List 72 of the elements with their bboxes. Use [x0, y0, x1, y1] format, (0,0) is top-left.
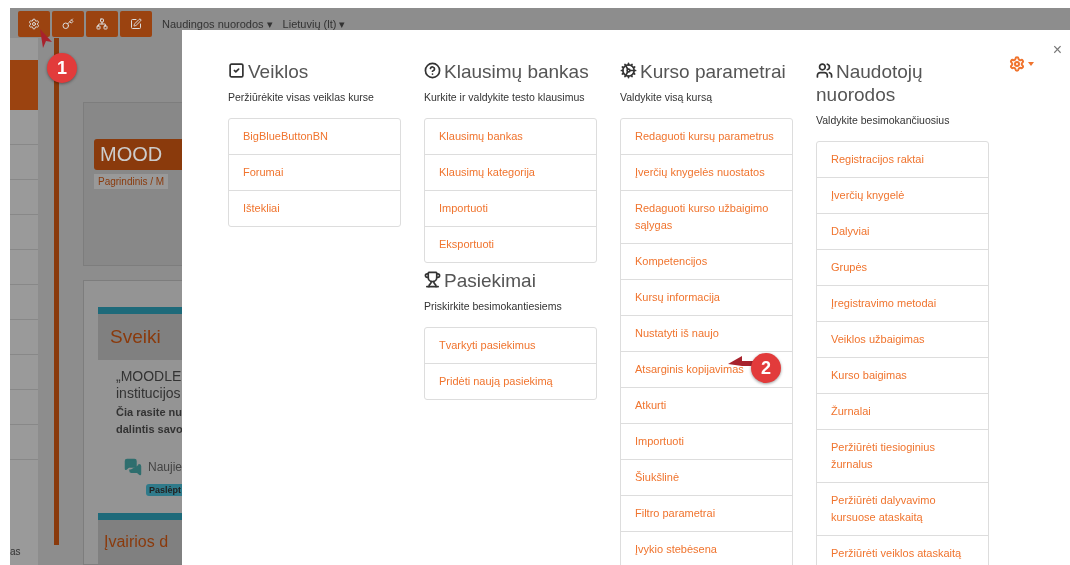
sidebar-text: as [10, 546, 22, 557]
menu-link[interactable]: Ištekliai [229, 190, 400, 226]
users-icon [816, 62, 833, 79]
edit-icon [130, 18, 142, 30]
section-description: Valdykite besimokančiuosius [816, 114, 951, 126]
pointer-arrow [728, 356, 754, 366]
menu-link[interactable]: Įvykio stebėsena [621, 531, 792, 565]
menu-link[interactable]: Klausimų kategorija [425, 154, 596, 190]
menu-link[interactable]: Nustatyti iš naujo [621, 315, 792, 351]
menu-link[interactable]: Grupės [817, 249, 988, 285]
section-heading: Veiklos [228, 60, 401, 83]
menu-link[interactable]: Įverčių knygelė [817, 177, 988, 213]
menu-link[interactable]: Klausimų bankas [425, 119, 596, 154]
section-heading: Naudotojų nuorodos [816, 60, 924, 106]
menu-link[interactable]: Eksportuoti [425, 226, 596, 262]
menu-link[interactable]: Šiukšlinė [621, 459, 792, 495]
toolbar-button[interactable] [52, 11, 84, 37]
menu-link[interactable]: BigBlueButtonBN [229, 119, 400, 154]
checkbox-icon [228, 62, 245, 79]
section-description: Kurkite ir valdykite testo klausimus [424, 91, 586, 103]
caret-icon [1028, 62, 1034, 66]
menu-link[interactable]: Peržiūrėti dalyvavimo kursuose ataskaitą [817, 482, 988, 535]
toolbar-button[interactable] [18, 11, 50, 37]
dropdown-menu[interactable]: Lietuvių (lt) ▾ [282, 17, 346, 31]
section-heading: Klausimų bankas [424, 60, 597, 83]
menu-link[interactable]: Atkurti [621, 387, 792, 423]
section-heading: Pasiekimai [424, 269, 597, 292]
section-title: Sveiki [98, 307, 182, 360]
trophy-icon [424, 271, 441, 288]
menu-link[interactable]: Kursų informacija [621, 279, 792, 315]
sitemap-icon [96, 18, 108, 30]
menu-link[interactable]: Kurso baigimas [817, 357, 988, 393]
menu-link[interactable]: Dalyviai [817, 213, 988, 249]
menu-link[interactable]: Importuoti [425, 190, 596, 226]
menu-link[interactable]: Forumai [229, 154, 400, 190]
chat-icon [124, 456, 142, 478]
menu-link[interactable]: Filtro parametrai [621, 495, 792, 531]
section-title: Įvairios d [98, 513, 182, 564]
bold-text: Čia rasite nu dalintis savo [115, 405, 182, 437]
section-description: Valdykite visą kursą [620, 91, 713, 103]
forum-link[interactable]: Naujie [147, 460, 182, 474]
close-button[interactable]: × [1052, 42, 1062, 58]
breadcrumb: Pagrindinis / M [94, 174, 169, 189]
menu-link[interactable]: Peržiūrėti veiklos ataskaitą [817, 535, 988, 565]
dropdown-menu[interactable]: Naudingos nuorodos ▾ [162, 17, 273, 31]
menu-link[interactable]: Redaguoti kurso užbaigimo sąlygas [621, 190, 792, 243]
menu-link[interactable]: Pridėti naują pasiekimą [425, 363, 596, 399]
toolbar-button[interactable] [120, 11, 152, 37]
menu-link[interactable]: Registracijos raktai [817, 142, 988, 177]
menu-link[interactable]: Kompetencijos [621, 243, 792, 279]
intro-text: „MOODLE institucijos [115, 367, 182, 402]
menu-link[interactable]: Žurnalai [817, 393, 988, 429]
menu-link[interactable]: Importuoti [621, 423, 792, 459]
key-icon [62, 18, 74, 30]
question-icon [424, 62, 441, 79]
step-badge: 1 [47, 53, 77, 83]
menu-link[interactable]: Tvarkyti pasiekimus [425, 328, 596, 363]
hidden-badge: Paslėpt [146, 484, 182, 496]
menu-link[interactable]: Redaguoti kursų parametrus [621, 119, 792, 154]
menu-link[interactable]: Peržiūrėti tiesioginius žurnalus [817, 429, 988, 482]
toolbar-button[interactable] [86, 11, 118, 37]
menu-link[interactable]: Įverčių knygelės nuostatos [621, 154, 792, 190]
section-description: Peržiūrėkite visas veiklas kurse [228, 91, 375, 103]
site-title: MOOD [94, 139, 182, 170]
menu-link[interactable]: Veiklos užbaigimas [817, 321, 988, 357]
menu-link[interactable]: Įregistravimo metodai [817, 285, 988, 321]
section-description: Priskirkite besimokantiesiems [424, 300, 563, 312]
section-heading: Kurso parametrai [620, 60, 793, 83]
cursor-icon [38, 28, 54, 50]
settings-icon [1009, 56, 1025, 72]
settings-dropdown[interactable] [1009, 56, 1034, 72]
gear-icon [28, 18, 40, 30]
